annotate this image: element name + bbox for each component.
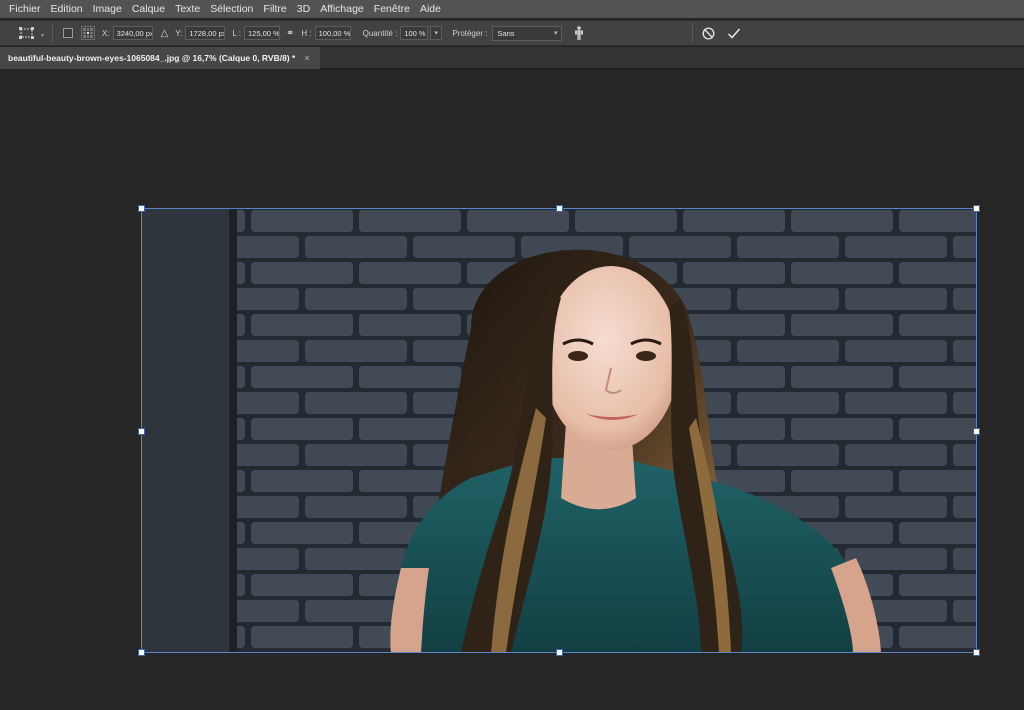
- x-label: X:: [102, 28, 110, 38]
- reference-point-checkbox[interactable]: [63, 28, 73, 38]
- x-position-field[interactable]: 3240,00 px: [112, 26, 153, 40]
- height-label: H :: [301, 28, 312, 38]
- menu-fichier[interactable]: Fichier: [4, 0, 46, 18]
- menu-image[interactable]: Image: [88, 0, 127, 18]
- puppet-figure-icon[interactable]: [574, 26, 584, 40]
- document-image[interactable]: [141, 208, 977, 653]
- chevron-down-icon: ▾: [40, 33, 44, 39]
- delta-angle-icon[interactable]: △: [161, 28, 169, 39]
- menu-filtre[interactable]: Filtre: [258, 0, 291, 18]
- quantity-dropdown-button[interactable]: ▾: [430, 26, 443, 40]
- portrait-photo: [141, 208, 977, 653]
- divider: [52, 24, 53, 42]
- menu-texte[interactable]: Texte: [170, 0, 205, 18]
- cancel-transform-button[interactable]: [701, 26, 715, 40]
- document-tab-bar: beautiful-beauty-brown-eyes-1065084_.jpg…: [0, 47, 1024, 69]
- cancel-icon: [701, 26, 715, 40]
- protect-label: Protéger :: [452, 28, 488, 38]
- document-tab[interactable]: beautiful-beauty-brown-eyes-1065084_.jpg…: [0, 47, 320, 69]
- menu-calque[interactable]: Calque: [127, 0, 170, 18]
- options-bar: ▾ X: 3240,00 px △ Y: 1728,00 px L : 125,…: [0, 20, 1024, 46]
- chevron-down-icon: ▾: [553, 30, 558, 37]
- y-position-field[interactable]: 1728,00 px: [185, 26, 226, 40]
- height-field[interactable]: 100,00 %: [314, 26, 351, 40]
- width-label: L :: [232, 28, 241, 38]
- protect-select[interactable]: Sans ▾: [492, 25, 563, 41]
- menu-aide[interactable]: Aide: [415, 0, 446, 18]
- menu-affichage[interactable]: Affichage: [315, 0, 369, 18]
- menu-selection[interactable]: Sélection: [205, 0, 258, 18]
- link-icon[interactable]: ⚭: [286, 28, 294, 39]
- transform-tool-icon: [19, 27, 34, 39]
- document-tab-title: beautiful-beauty-brown-eyes-1065084_.jpg…: [8, 53, 296, 63]
- quantity-label: Quantité :: [362, 28, 398, 38]
- menu-fenetre[interactable]: Fenêtre: [369, 0, 415, 18]
- tool-preset-picker[interactable]: ▾: [10, 22, 44, 44]
- reference-point-grid[interactable]: [81, 26, 95, 40]
- checkmark-icon: [727, 28, 741, 39]
- quantity-field[interactable]: 100 %: [400, 26, 429, 40]
- commit-controls: [692, 21, 753, 45]
- chevron-down-icon: ▾: [434, 30, 439, 37]
- commit-transform-button[interactable]: [727, 26, 741, 40]
- divider: [692, 23, 693, 43]
- width-field[interactable]: 125,00 %: [244, 26, 280, 40]
- menu-edition[interactable]: Edition: [46, 0, 88, 18]
- protect-select-value: Sans: [497, 28, 515, 38]
- close-icon[interactable]: ×: [304, 53, 309, 63]
- menu-bar: Fichier Edition Image Calque Texte Sélec…: [0, 0, 1024, 18]
- menu-3d[interactable]: 3D: [292, 0, 315, 18]
- y-label: Y:: [175, 28, 183, 38]
